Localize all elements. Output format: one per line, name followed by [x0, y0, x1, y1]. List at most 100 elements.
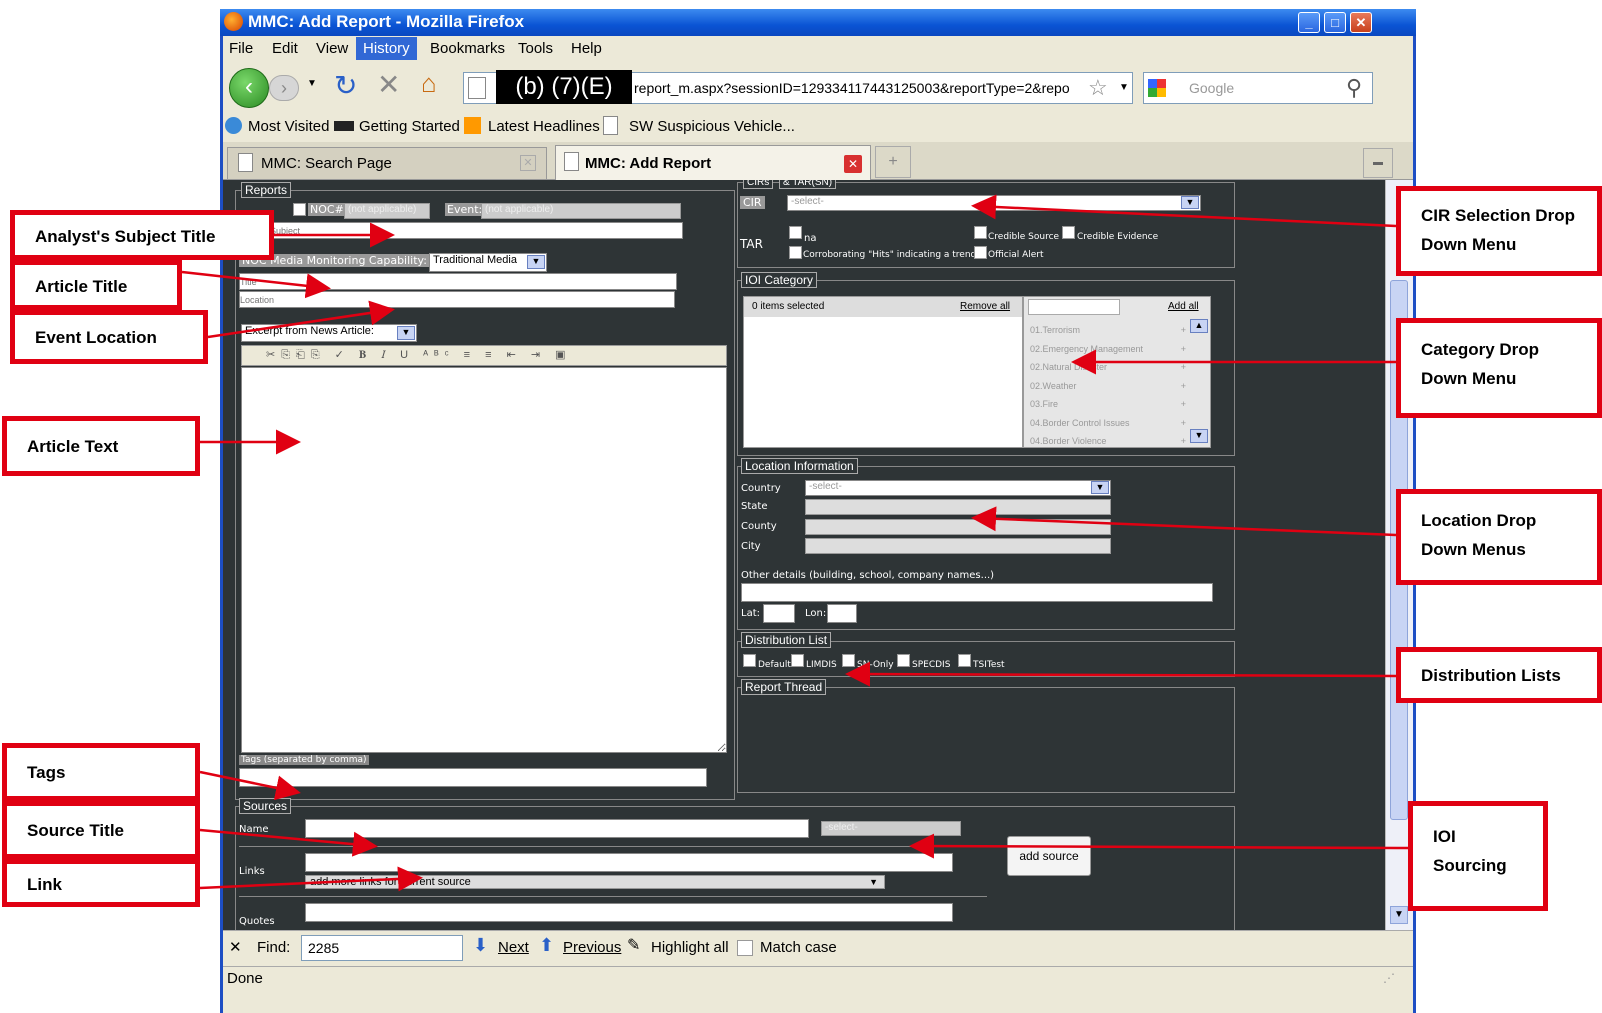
source-type-select[interactable]: -select-	[821, 821, 961, 836]
quotes-input[interactable]	[305, 903, 953, 922]
search-bar[interactable]: Google ⚲	[1143, 72, 1373, 104]
resize-grip-icon[interactable]: ⋰	[1383, 971, 1395, 985]
previous-arrow-icon[interactable]: ⬆	[539, 935, 554, 956]
ioi-item[interactable]: 03.Fire +	[1030, 395, 1186, 414]
close-tab-icon[interactable]: ✕	[844, 155, 862, 173]
new-tab-button[interactable]: +	[875, 146, 911, 178]
maximize-button[interactable]: □	[1324, 12, 1346, 33]
menu-edit[interactable]: Edit	[272, 40, 298, 57]
ioi-item[interactable]: 02.Natural Disaster +	[1030, 358, 1186, 377]
lat-input[interactable]	[763, 604, 795, 623]
official-alert-checkbox[interactable]	[974, 246, 987, 259]
bookmark-star-icon[interactable]: ☆	[1088, 75, 1108, 101]
scroll-up-icon[interactable]: ▲	[1190, 319, 1208, 333]
subject-input[interactable]	[269, 222, 683, 239]
url-dropdown-icon[interactable]: ▼	[1119, 82, 1129, 93]
ioi-item[interactable]: 02.Weather +	[1030, 377, 1186, 396]
back-button[interactable]: ‹	[229, 68, 269, 108]
ioi-search-input[interactable]	[1028, 299, 1120, 315]
menu-file[interactable]: File	[229, 40, 253, 57]
county-select[interactable]	[805, 519, 1111, 535]
find-next-button[interactable]: Next	[498, 939, 529, 956]
history-dropdown-icon[interactable]: ▼	[307, 78, 317, 89]
distribution-sn-checkbox[interactable]	[842, 654, 855, 667]
scroll-down-icon[interactable]: ▼	[1390, 906, 1408, 924]
links-input[interactable]	[305, 853, 953, 872]
corroborating-checkbox[interactable]	[789, 246, 802, 259]
menu-bookmarks[interactable]: Bookmarks	[430, 40, 505, 57]
source-name-input[interactable]	[305, 819, 809, 838]
tab-add-report[interactable]: MMC: Add Report ✕	[555, 145, 871, 180]
distribution-tsitest-checkbox[interactable]	[958, 654, 971, 667]
ioi-item[interactable]: 04.Border Control Issues +	[1030, 414, 1186, 433]
stop-icon[interactable]: ✕	[377, 68, 400, 101]
excerpt-select[interactable]: Excerpt from News Article: ▼	[241, 324, 417, 342]
home-icon[interactable]: ⌂	[421, 68, 437, 99]
tags-input[interactable]	[239, 768, 707, 787]
url-bar[interactable]: (b) (7)(E) report_m.aspx?sessionID=12933…	[463, 70, 1133, 104]
capability-select[interactable]: Traditional Media ▼	[429, 253, 547, 272]
page-icon	[603, 116, 618, 135]
distribution-specdis-checkbox[interactable]	[897, 654, 910, 667]
add-source-button[interactable]: add source	[1007, 836, 1091, 876]
reload-icon[interactable]: ↻	[334, 69, 357, 102]
menu-tools[interactable]: Tools	[518, 40, 553, 57]
search-icon[interactable]: ⚲	[1346, 75, 1362, 101]
most-visited-icon	[225, 117, 242, 134]
ioi-item[interactable]: 04.Border Violence +	[1030, 432, 1186, 451]
menu-help[interactable]: Help	[571, 40, 602, 57]
forward-button[interactable]: ›	[269, 75, 299, 101]
rss-icon	[464, 117, 481, 134]
distribution-specdis-label: SPECDIS	[912, 660, 951, 670]
ioi-available-list[interactable]: Add all 01.Terrorism + 02.Emergency Manag…	[1023, 296, 1211, 448]
bookmark-most-visited[interactable]: Most Visited	[248, 118, 329, 135]
highlight-all-button[interactable]: Highlight all	[651, 939, 729, 956]
cir-select[interactable]: -select- ▼	[787, 195, 1201, 211]
find-input[interactable]	[301, 935, 463, 961]
menu-history[interactable]: History	[356, 37, 417, 60]
credible-evidence-checkbox[interactable]	[1062, 226, 1075, 239]
ioi-remove-all-link[interactable]: Remove all	[960, 301, 1010, 312]
title-input[interactable]	[239, 273, 677, 290]
country-select[interactable]: -select- ▼	[805, 480, 1111, 496]
bookmark-getting-started[interactable]: Getting Started	[359, 118, 460, 135]
location-input[interactable]	[239, 291, 675, 308]
minimize-button[interactable]: _	[1298, 12, 1320, 33]
ioi-selected-count: 0 items selected	[752, 301, 825, 312]
find-previous-button[interactable]: Previous	[563, 939, 621, 956]
noc-checkbox[interactable]	[293, 203, 306, 216]
scroll-down-icon[interactable]: ▼	[1190, 429, 1208, 443]
bookmark-latest-headlines[interactable]: Latest Headlines	[488, 118, 600, 135]
next-arrow-icon[interactable]: ⬇	[473, 935, 488, 956]
ioi-item[interactable]: 02.Emergency Management +	[1030, 340, 1186, 359]
google-icon[interactable]	[1148, 79, 1166, 97]
ioi-item[interactable]: 01.Terrorism +	[1030, 321, 1186, 340]
add-more-links-select[interactable]: add more links for current source ▼	[305, 875, 885, 889]
distribution-limdis-checkbox[interactable]	[791, 654, 804, 667]
close-find-icon[interactable]: ✕	[229, 938, 242, 956]
links-label: Links	[239, 866, 265, 877]
close-tab-icon[interactable]: ✕	[520, 155, 536, 171]
city-select[interactable]	[805, 538, 1111, 554]
tags-label: Tags (separated by comma)	[239, 755, 369, 765]
corroborating-label: Corroborating "Hits" indicating a trend	[803, 250, 977, 260]
close-window-button[interactable]: ✕	[1350, 12, 1372, 33]
ioi-add-all-link[interactable]: Add all	[1168, 301, 1199, 312]
tab-label: MMC: Search Page	[261, 155, 392, 172]
tab-list-dropdown-icon[interactable]: ▬	[1363, 148, 1393, 178]
tab-search-page[interactable]: MMC: Search Page ✕	[227, 147, 547, 179]
bookmark-sw-suspicious[interactable]: SW Suspicious Vehicle...	[629, 118, 795, 135]
ioi-selected-list[interactable]: 0 items selected Remove all	[743, 296, 1023, 448]
match-case-checkbox[interactable]	[737, 940, 753, 956]
credible-source-checkbox[interactable]	[974, 226, 987, 239]
credible-evidence-label: Credible Evidence	[1077, 232, 1159, 242]
state-select[interactable]	[805, 499, 1111, 515]
lon-input[interactable]	[827, 604, 857, 623]
other-details-input[interactable]	[741, 583, 1213, 602]
distribution-default-checkbox[interactable]	[743, 654, 756, 667]
article-text-editor[interactable]	[241, 367, 727, 753]
tar-na-checkbox[interactable]	[789, 226, 802, 239]
distribution-limdis-label: LIMDIS	[806, 660, 837, 670]
source-name-label: Name	[239, 824, 269, 835]
menu-view[interactable]: View	[316, 40, 348, 57]
